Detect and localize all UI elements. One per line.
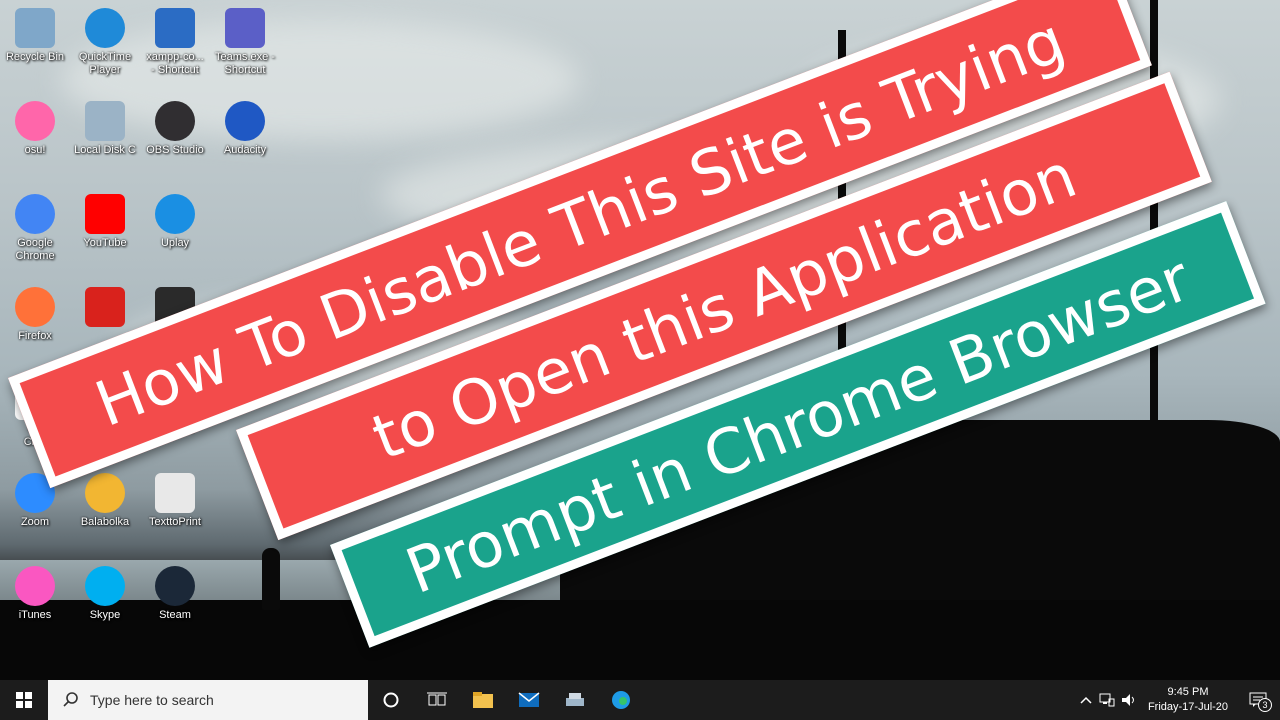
desktop-icon-steam[interactable]: Steam (140, 566, 210, 622)
desktop-icon-label: Balabolka (80, 516, 130, 528)
youtube-icon (85, 194, 125, 234)
desktop-icon-label: Recycle Bin (5, 51, 65, 63)
osu-icon (15, 101, 55, 141)
desktop-icon-quicktime[interactable]: QuickTime Player (70, 8, 140, 77)
desktop-icon-label: xampp-co... - Shortcut (146, 51, 204, 76)
desktop-icon-obs[interactable]: OBS Studio (140, 101, 210, 157)
action-center-button[interactable]: 3 (1236, 680, 1280, 720)
local-disk-icon (85, 101, 125, 141)
show-hidden-icons-button[interactable] (1076, 680, 1096, 720)
network-button[interactable] (1096, 680, 1118, 720)
clock[interactable]: 9:45 PM Friday-17-Jul-20 (1140, 685, 1236, 715)
desktop-icon-label: Zoom (20, 516, 50, 528)
search-placeholder: Type here to search (90, 692, 214, 708)
cortana-button[interactable] (368, 680, 414, 720)
speaker-icon (1122, 694, 1134, 706)
chrome-icon (15, 194, 55, 234)
desktop-icon-chrome[interactable]: Google Chrome (0, 194, 70, 263)
desktop-icon-uplay[interactable]: Uplay (140, 194, 210, 250)
running-child-silhouette (262, 548, 280, 610)
desktop-icon-itunes[interactable]: iTunes (0, 566, 70, 622)
search-icon (63, 692, 78, 707)
desktop-icon-label: Firefox (18, 330, 52, 342)
chevron-up-icon (1080, 696, 1092, 704)
desktop-icon-label: Skype (89, 609, 121, 621)
cortana-icon (383, 692, 399, 708)
desktop-icon-label: QuickTime Player (78, 51, 132, 76)
task-view-button[interactable] (414, 680, 460, 720)
desktop-icon-label: iTunes (18, 609, 52, 621)
start-button[interactable] (0, 680, 48, 720)
desktop-icon-label: osu! (24, 144, 46, 156)
taskbar: Type here to search 9:45 PM Friday-17-Ju… (0, 680, 1280, 720)
desktop-icon-label: Teams.exe - Shortcut (215, 51, 275, 76)
firefox-icon (15, 287, 55, 327)
desktop-icon-balabolka[interactable]: Balabolka (70, 473, 140, 529)
edge-button[interactable] (598, 680, 644, 720)
desktop-icon-youtube[interactable]: YouTube (70, 194, 140, 250)
edge-icon (612, 691, 630, 709)
clock-time: 9:45 PM (1167, 686, 1209, 698)
desktop-icon-label: Audacity (223, 144, 267, 156)
desktop-icon-label: Google Chrome (15, 237, 55, 262)
audacity-icon (225, 101, 265, 141)
network-icon (1099, 693, 1115, 707)
file-explorer-button[interactable] (460, 680, 506, 720)
search-box[interactable]: Type here to search (48, 680, 368, 720)
uplay-icon (155, 194, 195, 234)
desktop-icon-osu[interactable]: osu! (0, 101, 70, 157)
itunes-icon (15, 566, 55, 606)
steam-icon (155, 566, 195, 606)
clock-date: Friday-17-Jul-20 (1147, 701, 1229, 713)
balabolka-icon (85, 473, 125, 513)
desktop-icon-label: TexttoPrint (149, 516, 201, 528)
desktop-icon-local-disk[interactable]: Local Disk C (70, 101, 140, 157)
skype-icon (85, 566, 125, 606)
mail-icon (518, 692, 540, 707)
network-drive-button[interactable] (552, 680, 598, 720)
desktop-icon-xampp[interactable]: xampp-co... - Shortcut (140, 8, 210, 77)
file-explorer-icon (473, 692, 493, 708)
quicktime-icon (85, 8, 125, 48)
desktop-icon-label: Uplay (160, 237, 190, 249)
desktop-icon-audacity[interactable]: Audacity (210, 101, 280, 157)
text-file-icon (155, 473, 195, 513)
recycle-bin-icon (15, 8, 55, 48)
desktop-icon-firefox[interactable]: Firefox (0, 287, 70, 343)
obs-icon (155, 101, 195, 141)
notification-count-badge: 3 (1258, 698, 1272, 712)
system-tray: 9:45 PM Friday-17-Jul-20 3 (1076, 680, 1280, 720)
desktop-icon-label: YouTube (83, 237, 127, 249)
desktop-icon-skype[interactable]: Skype (70, 566, 140, 622)
task-view-icon (427, 692, 447, 706)
desktop-icon-label: Steam (159, 609, 191, 621)
desktop-icon-label: OBS Studio (146, 144, 204, 156)
volume-button[interactable] (1118, 680, 1140, 720)
network-drive-icon (566, 693, 584, 706)
desktop-icon-acrobat[interactable] (70, 287, 140, 330)
desktop-icon-teams[interactable]: Teams.exe - Shortcut (210, 8, 280, 77)
windows-logo-icon (16, 692, 32, 708)
mail-button[interactable] (506, 680, 552, 720)
teams-icon (225, 8, 265, 48)
xampp-icon (155, 8, 195, 48)
desktop: Recycle Bin QuickTime Player xampp-co... -… (0, 0, 1280, 680)
desktop-icon-recycle-bin[interactable]: Recycle Bin (0, 8, 70, 64)
acrobat-icon (85, 287, 125, 327)
desktop-icon-label: Local Disk C (74, 144, 136, 156)
desktop-icon-text-file[interactable]: TexttoPrint (140, 473, 210, 529)
